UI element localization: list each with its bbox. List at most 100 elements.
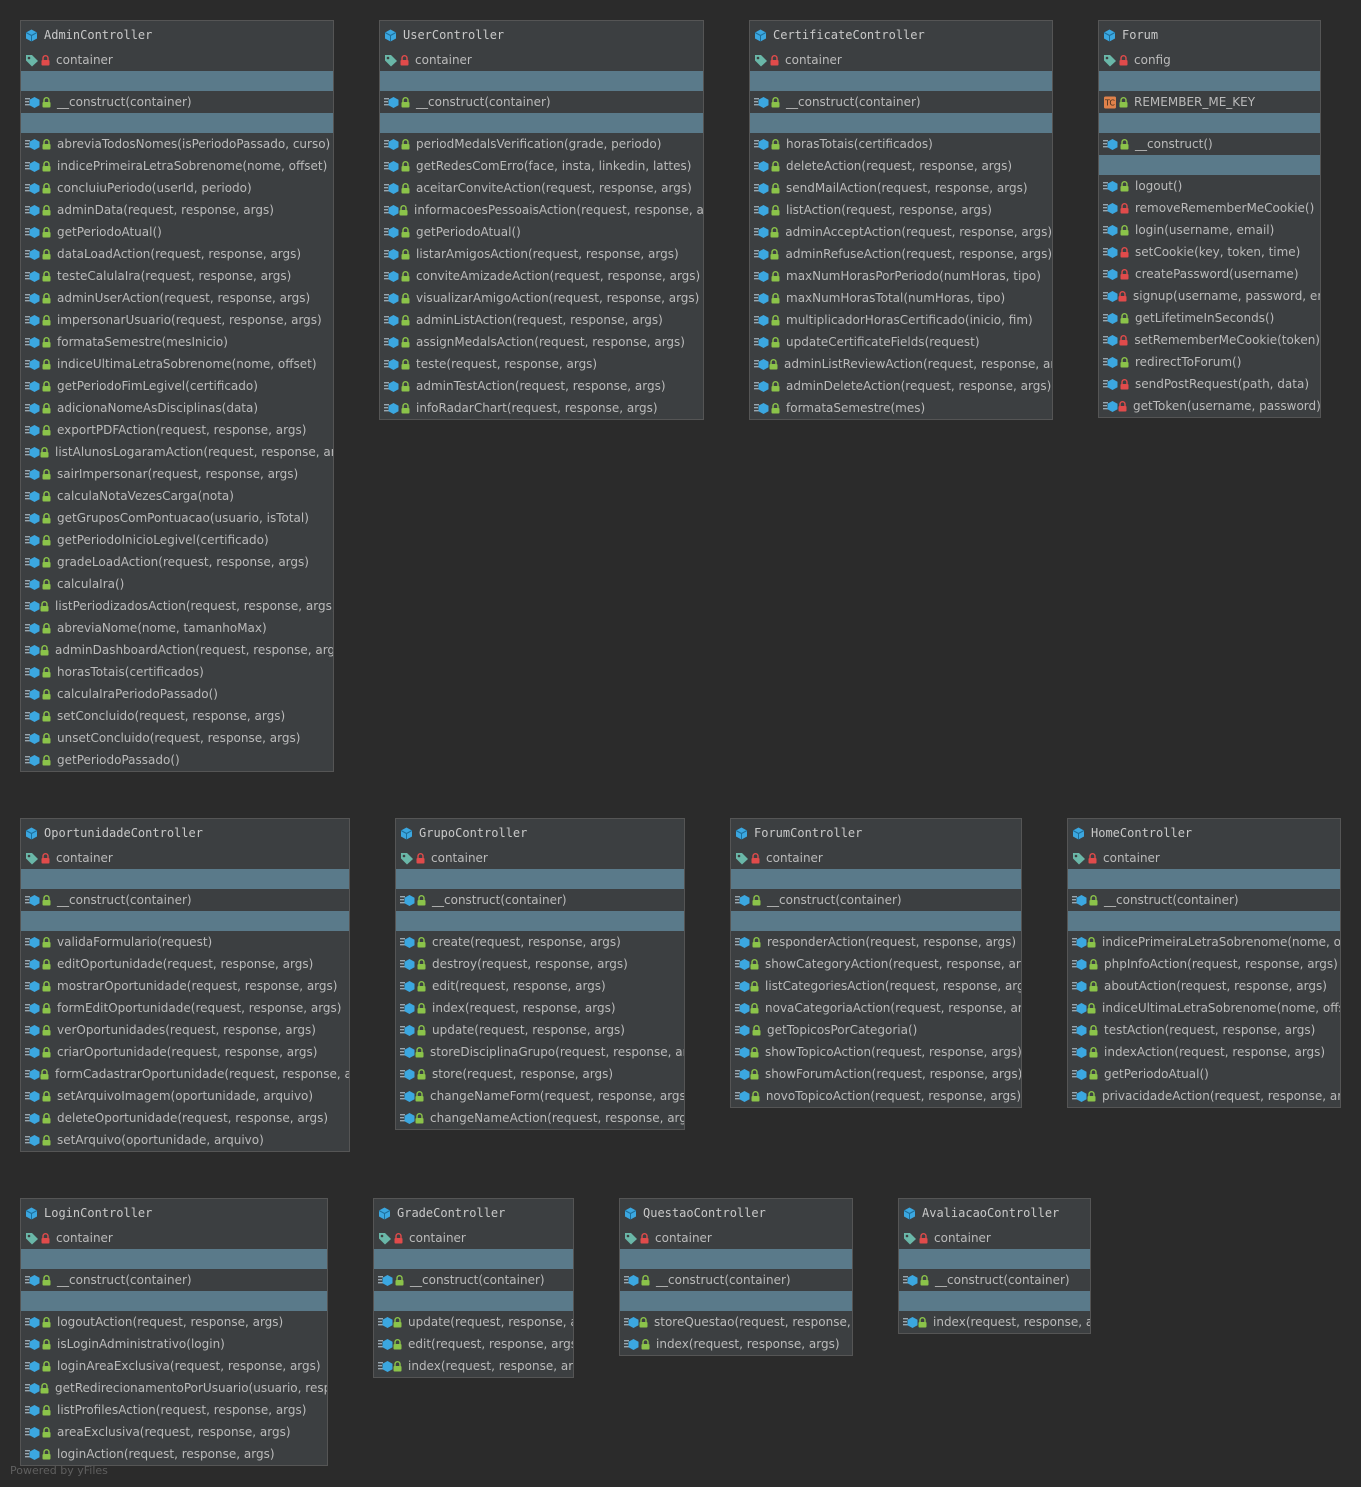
method-horas-totais[interactable]: horasTotais(certificados) bbox=[750, 133, 1052, 155]
class-oportunidade-controller[interactable]: OportunidadeController container __constru… bbox=[20, 818, 350, 1152]
class-grade-controller[interactable]: GradeController container __construct(cont… bbox=[373, 1198, 574, 1378]
class-grupo-controller[interactable]: GrupoController container __construct(cont… bbox=[395, 818, 685, 1130]
method-aceitar-convite-action[interactable]: aceitarConviteAction(request, response, … bbox=[380, 177, 703, 199]
method-construct[interactable]: __construct(container) bbox=[374, 1269, 573, 1291]
method-index[interactable]: index(request, response, args) bbox=[899, 1311, 1090, 1333]
method-construct[interactable]: __construct(container) bbox=[899, 1269, 1090, 1291]
method-grade-load-action[interactable]: gradeLoadAction(request, response, args) bbox=[21, 551, 333, 573]
method-get-periodo-fim-legivel[interactable]: getPeriodoFimLegivel(certificado) bbox=[21, 375, 333, 397]
class-user-controller[interactable]: UserController container __construct(conta… bbox=[379, 20, 704, 420]
field-container[interactable]: container bbox=[396, 847, 684, 869]
method-delete-oportunidade[interactable]: deleteOportunidade(request, response, ar… bbox=[21, 1107, 349, 1129]
method-impersonar-usuario[interactable]: impersonarUsuario(request, response, arg… bbox=[21, 309, 333, 331]
class-header[interactable]: GradeController bbox=[374, 1199, 573, 1227]
method-concluiu-periodo[interactable]: concluiuPeriodo(userId, periodo) bbox=[21, 177, 333, 199]
class-admin-controller[interactable]: AdminController container __construct(cont… bbox=[20, 20, 334, 772]
method-index[interactable]: index(request, response, args) bbox=[396, 997, 684, 1019]
method-get-topicos-por-categoria[interactable]: getTopicosPorCategoria() bbox=[731, 1019, 1021, 1041]
method-indice-primeira-letra-sobrenome[interactable]: indicePrimeiraLetraSobrenome(nome, offse… bbox=[21, 155, 333, 177]
method-assign-medals-action[interactable]: assignMedalsAction(request, response, ar… bbox=[380, 331, 703, 353]
method-construct[interactable]: __construct(container) bbox=[21, 1269, 327, 1291]
method-login[interactable]: login(username, email) bbox=[1099, 219, 1320, 241]
class-home-controller[interactable]: HomeController container __construct(conta… bbox=[1067, 818, 1341, 1108]
method-export-pdfaction[interactable]: exportPDFAction(request, response, args) bbox=[21, 419, 333, 441]
method-formata-semestre[interactable]: formataSemestre(mes) bbox=[750, 397, 1052, 419]
method-show-forum-action[interactable]: showForumAction(request, response, args) bbox=[731, 1063, 1021, 1085]
method-about-action[interactable]: aboutAction(request, response, args) bbox=[1068, 975, 1340, 997]
method-get-lifetime-in-seconds[interactable]: getLifetimeInSeconds() bbox=[1099, 307, 1320, 329]
method-criar-oportunidade[interactable]: criarOportunidade(request, response, arg… bbox=[21, 1041, 349, 1063]
method-edit-oportunidade[interactable]: editOportunidade(request, response, args… bbox=[21, 953, 349, 975]
method-list-action[interactable]: listAction(request, response, args) bbox=[750, 199, 1052, 221]
method-list-periodizados-action[interactable]: listPeriodizadosAction(request, response… bbox=[21, 595, 333, 617]
method-index[interactable]: index(request, response, args) bbox=[374, 1355, 573, 1377]
method-edit[interactable]: edit(request, response, args) bbox=[374, 1333, 573, 1355]
method-construct[interactable]: __construct(container) bbox=[21, 91, 333, 113]
method-indice-ultima-letra-sobrenome[interactable]: indiceUltimaLetraSobrenome(nome, offset) bbox=[1068, 997, 1340, 1019]
class-header[interactable]: CertificateController bbox=[750, 21, 1052, 49]
class-header[interactable]: QuestaoController bbox=[620, 1199, 852, 1227]
method-calcula-nota-vezes-carga[interactable]: calculaNotaVezesCarga(nota) bbox=[21, 485, 333, 507]
method-adiciona-nome-as-disciplinas[interactable]: adicionaNomeAsDisciplinas(data) bbox=[21, 397, 333, 419]
method-max-num-horas-por-periodo[interactable]: maxNumHorasPorPeriodo(numHoras, tipo) bbox=[750, 265, 1052, 287]
method-form-edit-oportunidade[interactable]: formEditOportunidade(request, response, … bbox=[21, 997, 349, 1019]
method-abrevia-todos-nomes[interactable]: abreviaTodosNomes(isPeriodoPassado, curs… bbox=[21, 133, 333, 155]
field-container[interactable]: container bbox=[380, 49, 703, 71]
method-indice-primeira-letra-sobrenome[interactable]: indicePrimeiraLetraSobrenome(nome, offse… bbox=[1068, 931, 1340, 953]
class-forum-controller[interactable]: ForumController container __construct(cont… bbox=[730, 818, 1022, 1108]
method-get-redirecionamento-por-usuario[interactable]: getRedirecionamentoPorUsuario(usuario, r… bbox=[21, 1377, 327, 1399]
class-header[interactable]: ForumController bbox=[731, 819, 1021, 847]
field-container[interactable]: container bbox=[731, 847, 1021, 869]
method-store-questao[interactable]: storeQuestao(request, response, args) bbox=[620, 1311, 852, 1333]
method-list-categories-action[interactable]: listCategoriesAction(request, response, … bbox=[731, 975, 1021, 997]
method-data-load-action[interactable]: dataLoadAction(request, response, args) bbox=[21, 243, 333, 265]
method-destroy[interactable]: destroy(request, response, args) bbox=[396, 953, 684, 975]
method-set-remember-me-cookie[interactable]: setRememberMeCookie(token) bbox=[1099, 329, 1320, 351]
method-admin-refuse-action[interactable]: adminRefuseAction(request, response, arg… bbox=[750, 243, 1052, 265]
method-form-cadastrar-oportunidade[interactable]: formCadastrarOportunidade(request, respo… bbox=[21, 1063, 349, 1085]
method-privacidade-action[interactable]: privacidadeAction(request, response, arg… bbox=[1068, 1085, 1340, 1107]
method-set-arquivo[interactable]: setArquivo(oportunidade, arquivo) bbox=[21, 1129, 349, 1151]
method-construct[interactable]: __construct(container) bbox=[620, 1269, 852, 1291]
field-container[interactable]: container bbox=[21, 49, 333, 71]
method-sair-impersonar[interactable]: sairImpersonar(request, response, args) bbox=[21, 463, 333, 485]
method-change-name-form[interactable]: changeNameForm(request, response, args) bbox=[396, 1085, 684, 1107]
method-unset-concluido[interactable]: unsetConcluido(request, response, args) bbox=[21, 727, 333, 749]
method-edit[interactable]: edit(request, response, args) bbox=[396, 975, 684, 997]
class-header[interactable]: GrupoController bbox=[396, 819, 684, 847]
method-get-periodo-atual[interactable]: getPeriodoAtual() bbox=[21, 221, 333, 243]
method-admin-user-action[interactable]: adminUserAction(request, response, args) bbox=[21, 287, 333, 309]
method-listar-amigos-action[interactable]: listarAmigosAction(request, response, ar… bbox=[380, 243, 703, 265]
class-header[interactable]: LoginController bbox=[21, 1199, 327, 1227]
method-admin-delete-action[interactable]: adminDeleteAction(request, response, arg… bbox=[750, 375, 1052, 397]
class-login-controller[interactable]: LoginController container __construct(cont… bbox=[20, 1198, 328, 1466]
method-info-radar-chart[interactable]: infoRadarChart(request, response, args) bbox=[380, 397, 703, 419]
method-horas-totais[interactable]: horasTotais(certificados) bbox=[21, 661, 333, 683]
method-admin-test-action[interactable]: adminTestAction(request, response, args) bbox=[380, 375, 703, 397]
method-login-action[interactable]: loginAction(request, response, args) bbox=[21, 1443, 327, 1465]
method-update[interactable]: update(request, response, args) bbox=[374, 1311, 573, 1333]
method-construct[interactable]: __construct(container) bbox=[750, 91, 1052, 113]
method-get-periodo-inicio-legivel[interactable]: getPeriodoInicioLegivel(certificado) bbox=[21, 529, 333, 551]
method-admin-list-review-action[interactable]: adminListReviewAction(request, response,… bbox=[750, 353, 1052, 375]
method-remove-remember-me-cookie[interactable]: removeRememberMeCookie() bbox=[1099, 197, 1320, 219]
class-header[interactable]: Forum bbox=[1099, 21, 1320, 49]
field-container[interactable]: container bbox=[620, 1227, 852, 1249]
method-show-category-action[interactable]: showCategoryAction(request, response, ar… bbox=[731, 953, 1021, 975]
method-abrevia-nome[interactable]: abreviaNome(nome, tamanhoMax) bbox=[21, 617, 333, 639]
method-php-info-action[interactable]: phpInfoAction(request, response, args) bbox=[1068, 953, 1340, 975]
method-get-periodo-atual[interactable]: getPeriodoAtual() bbox=[1068, 1063, 1340, 1085]
class-header[interactable]: AdminController bbox=[21, 21, 333, 49]
class-avaliacao-controller[interactable]: AvaliacaoController container __construct(… bbox=[898, 1198, 1091, 1334]
method-construct[interactable]: __construct(container) bbox=[1068, 889, 1340, 911]
method-create-password[interactable]: createPassword(username) bbox=[1099, 263, 1320, 285]
method-multiplicador-horas-certificado[interactable]: multiplicadorHorasCertificado(inicio, fi… bbox=[750, 309, 1052, 331]
method-admin-accept-action[interactable]: adminAcceptAction(request, response, arg… bbox=[750, 221, 1052, 243]
method-construct[interactable]: __construct() bbox=[1099, 133, 1320, 155]
method-show-topico-action[interactable]: showTopicoAction(request, response, args… bbox=[731, 1041, 1021, 1063]
method-get-redes-com-erro[interactable]: getRedesComErro(face, insta, linkedin, l… bbox=[380, 155, 703, 177]
method-send-mail-action[interactable]: sendMailAction(request, response, args) bbox=[750, 177, 1052, 199]
field-container[interactable]: container bbox=[21, 847, 349, 869]
field-container[interactable]: container bbox=[374, 1227, 573, 1249]
method-create[interactable]: create(request, response, args) bbox=[396, 931, 684, 953]
